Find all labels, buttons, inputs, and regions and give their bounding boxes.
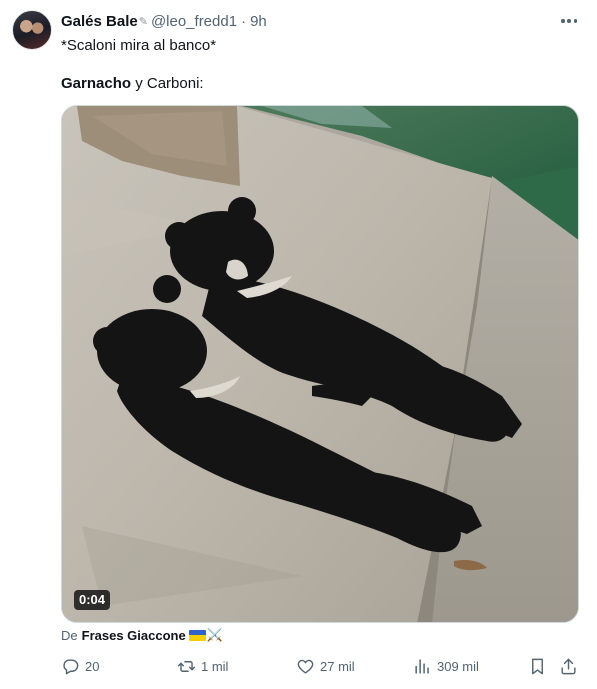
reply-icon — [63, 658, 79, 674]
handle[interactable]: @leo_fredd1 — [151, 13, 237, 30]
video-frame — [62, 106, 578, 622]
swords-icon: ⚔️ — [206, 627, 223, 642]
tweet-header: Galés Bale ✎ @leo_fredd1 · 9h — [61, 12, 267, 30]
video-duration: 0:04 — [74, 590, 111, 610]
separator-dot: · — [241, 12, 247, 30]
retweet-count: 1 mil — [201, 658, 229, 674]
reply-button[interactable]: 20 — [61, 652, 99, 680]
reply-count: 20 — [85, 658, 100, 674]
bookmark-icon — [532, 658, 543, 674]
video-player[interactable]: 0:04 — [61, 105, 579, 623]
share-button[interactable] — [559, 652, 578, 680]
bookmark-button[interactable] — [528, 652, 547, 680]
flag-icon — [188, 629, 206, 641]
timestamp[interactable]: 9h — [250, 13, 267, 30]
views-icon — [415, 658, 429, 674]
pen-icon: ✎ — [138, 15, 148, 28]
like-icon — [297, 659, 314, 674]
like-button[interactable]: 27 mil — [296, 652, 355, 680]
video-source[interactable]: De Frases Giaccone ⚔️ — [61, 627, 223, 643]
tweet-bold-text: Garnacho — [61, 75, 132, 92]
source-name[interactable]: Frases Giaccone — [82, 628, 186, 643]
views-button[interactable]: 309 mil — [413, 652, 479, 680]
avatar[interactable] — [12, 10, 52, 50]
display-name[interactable]: Galés Bale — [61, 13, 138, 30]
tweet: Galés Bale ✎ @leo_fredd1 · 9h *Scaloni m… — [0, 0, 597, 689]
tweet-text-rest: y Carboni: — [131, 75, 204, 92]
like-count: 27 mil — [320, 658, 355, 674]
share-icon — [561, 658, 576, 674]
source-prefix: De — [61, 627, 78, 643]
tweet-text-line1: *Scaloni mira al banco* — [61, 37, 217, 54]
action-bar: 20 1 mil 27 mil 309 mil — [0, 652, 597, 680]
more-icon[interactable] — [559, 14, 579, 28]
retweet-icon — [177, 660, 196, 672]
tweet-text-line2: Garnacho y Carboni: — [61, 74, 204, 94]
views-count: 309 mil — [437, 658, 479, 674]
retweet-button[interactable]: 1 mil — [177, 652, 228, 680]
